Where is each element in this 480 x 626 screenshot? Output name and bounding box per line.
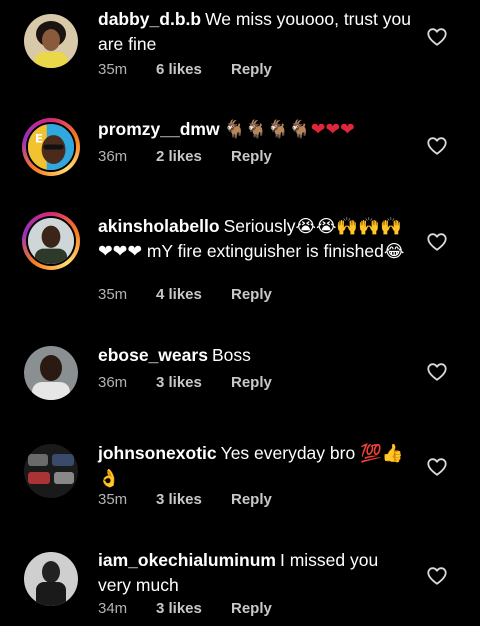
- comment-time: 35m: [98, 61, 128, 78]
- heart-icon: [427, 458, 447, 476]
- comment-username[interactable]: iam_okechialuminum: [98, 550, 276, 570]
- comment-likes[interactable]: 3 likes: [156, 599, 231, 619]
- comment-text: iam_okechialuminum I missed you very much: [98, 548, 416, 598]
- comment-text: ebose_wears Boss: [98, 343, 416, 368]
- comment-time: 35m: [98, 491, 128, 508]
- comment-time: 35m: [98, 286, 128, 303]
- reply-button[interactable]: Reply: [231, 599, 272, 619]
- comment-time: 36m: [98, 374, 128, 391]
- comment-likes[interactable]: 3 likes: [156, 490, 231, 510]
- comment-meta: 36m 2 likes Reply: [98, 147, 272, 167]
- comment-meta: 35m 3 likes Reply: [98, 490, 272, 510]
- comment-time: 36m: [98, 148, 128, 165]
- comments-list: dabby_d.b.b We miss youooo, trust you are…: [0, 0, 480, 626]
- woman-avatar-icon: [24, 14, 78, 68]
- like-button[interactable]: [426, 26, 448, 48]
- comment-text: promzy__dmw 🐐🐐🐐🐐❤❤❤: [98, 117, 416, 142]
- comment-username[interactable]: promzy__dmw: [98, 119, 220, 139]
- heart-icon: [427, 28, 447, 46]
- comment-meta: 36m 3 likes Reply: [98, 373, 272, 393]
- avatar[interactable]: [22, 212, 80, 270]
- comment-meta: 34m 3 likes Reply: [98, 599, 272, 619]
- avatar[interactable]: E: [22, 118, 80, 176]
- like-button[interactable]: [426, 456, 448, 478]
- man-avatar-icon: [24, 346, 78, 400]
- heart-icon: [427, 567, 447, 585]
- comment-body: 🐐🐐🐐🐐❤❤❤: [223, 119, 355, 139]
- reply-button[interactable]: Reply: [231, 490, 272, 510]
- avatar[interactable]: [24, 14, 78, 68]
- comment-meta: 35m 6 likes Reply: [98, 60, 272, 80]
- comment-text: akinsholabello Seriously😭😭🙌🙌🙌❤❤❤ mY fire …: [98, 214, 416, 264]
- comment-text: johnsonexotic Yes everyday bro 💯👍👌: [98, 441, 416, 491]
- svg-text:E: E: [35, 132, 43, 146]
- cars-avatar-icon: [24, 444, 78, 498]
- cartoon-avatar-icon: E: [28, 124, 74, 170]
- comment-username[interactable]: dabby_d.b.b: [98, 9, 201, 29]
- heart-icon: [427, 137, 447, 155]
- heart-icon: [427, 233, 447, 251]
- comment-time: 34m: [98, 600, 128, 617]
- man-avatar-icon: [24, 552, 78, 606]
- comment-username[interactable]: johnsonexotic: [98, 443, 217, 463]
- comment-username[interactable]: ebose_wears: [98, 345, 208, 365]
- avatar[interactable]: [24, 444, 78, 498]
- avatar[interactable]: [24, 552, 78, 606]
- like-button[interactable]: [426, 135, 448, 157]
- comment-text: dabby_d.b.b We miss youooo, trust you are…: [98, 7, 416, 57]
- comment-meta: 35m 4 likes Reply: [98, 285, 272, 305]
- reply-button[interactable]: Reply: [231, 373, 272, 393]
- comment-likes[interactable]: 2 likes: [156, 147, 231, 167]
- comment-likes[interactable]: 6 likes: [156, 60, 231, 80]
- like-button[interactable]: [426, 361, 448, 383]
- comment-body: Boss: [211, 345, 251, 365]
- reply-button[interactable]: Reply: [231, 147, 272, 167]
- reply-button[interactable]: Reply: [231, 285, 272, 305]
- avatar[interactable]: [24, 346, 78, 400]
- man-avatar-icon: [28, 218, 74, 264]
- reply-button[interactable]: Reply: [231, 60, 272, 80]
- like-button[interactable]: [426, 231, 448, 253]
- comment-likes[interactable]: 3 likes: [156, 373, 231, 393]
- comment-likes[interactable]: 4 likes: [156, 285, 231, 305]
- like-button[interactable]: [426, 565, 448, 587]
- comment-username[interactable]: akinsholabello: [98, 216, 220, 236]
- heart-icon: [427, 363, 447, 381]
